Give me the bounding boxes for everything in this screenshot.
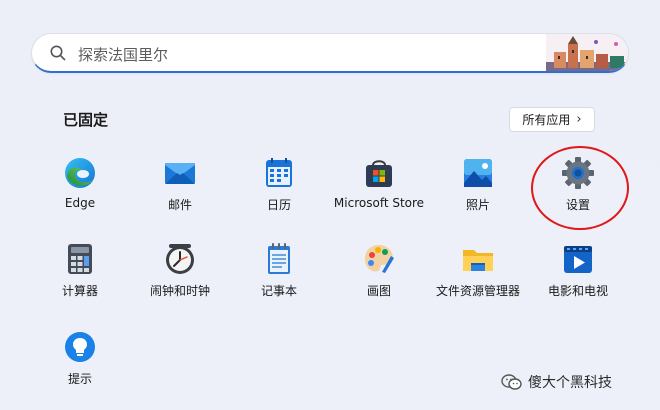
app-tile-tips[interactable]: 提示	[30, 330, 130, 400]
movies-icon	[564, 246, 592, 273]
app-tile-photos[interactable]: 照片	[428, 156, 528, 226]
store-icon	[366, 160, 392, 187]
app-tile-file-explorer[interactable]: 文件资源管理器	[428, 242, 528, 312]
start-menu-panel: 探索法国里尔 已固定 所有应用 › Edge 邮件 日历 Microsoft S…	[0, 0, 660, 410]
app-tile-paint[interactable]: 画图	[329, 242, 429, 312]
watermark-text: 傻大个黑科技	[528, 375, 612, 391]
app-tile-notepad[interactable]: 记事本	[229, 242, 329, 312]
search-highlight-illustration	[546, 34, 628, 71]
edge-icon	[65, 158, 95, 188]
search-icon	[50, 45, 66, 61]
app-tile-microsoft-store[interactable]: Microsoft Store	[329, 156, 429, 226]
app-tile-calculator[interactable]: 计算器	[30, 242, 130, 312]
notepad-icon	[268, 243, 290, 274]
app-label: 提示	[67, 372, 92, 386]
search-input[interactable]: 探索法国里尔	[78, 44, 168, 65]
app-tile-alarms-clock[interactable]: 闹钟和时钟	[130, 242, 230, 312]
mail-icon	[165, 163, 195, 184]
app-tile-mail[interactable]: 邮件	[130, 156, 230, 226]
folder-icon	[463, 250, 493, 271]
app-label: 电影和电视	[547, 284, 608, 298]
all-apps-button[interactable]: 所有应用 ›	[509, 107, 595, 132]
watermark: 傻大个黑科技	[500, 370, 612, 394]
highlight-circle-annotation	[531, 146, 629, 230]
chevron-right-icon: ›	[576, 112, 582, 127]
wechat-logo-icon	[501, 374, 522, 390]
app-tile-calendar[interactable]: 日历	[229, 156, 329, 226]
tips-icon	[65, 332, 95, 362]
calendar-icon	[266, 158, 292, 187]
app-tile-movies-tv[interactable]: 电影和电视	[528, 242, 628, 312]
all-apps-label: 所有应用	[522, 113, 571, 127]
photos-icon	[464, 159, 492, 187]
search-bar[interactable]: 探索法国里尔	[31, 33, 629, 73]
app-tile-edge[interactable]: Edge	[30, 156, 130, 226]
calculator-icon	[68, 244, 92, 274]
paint-icon	[364, 245, 394, 273]
pinned-section-title: 已固定	[63, 111, 109, 129]
clock-icon	[166, 244, 194, 274]
